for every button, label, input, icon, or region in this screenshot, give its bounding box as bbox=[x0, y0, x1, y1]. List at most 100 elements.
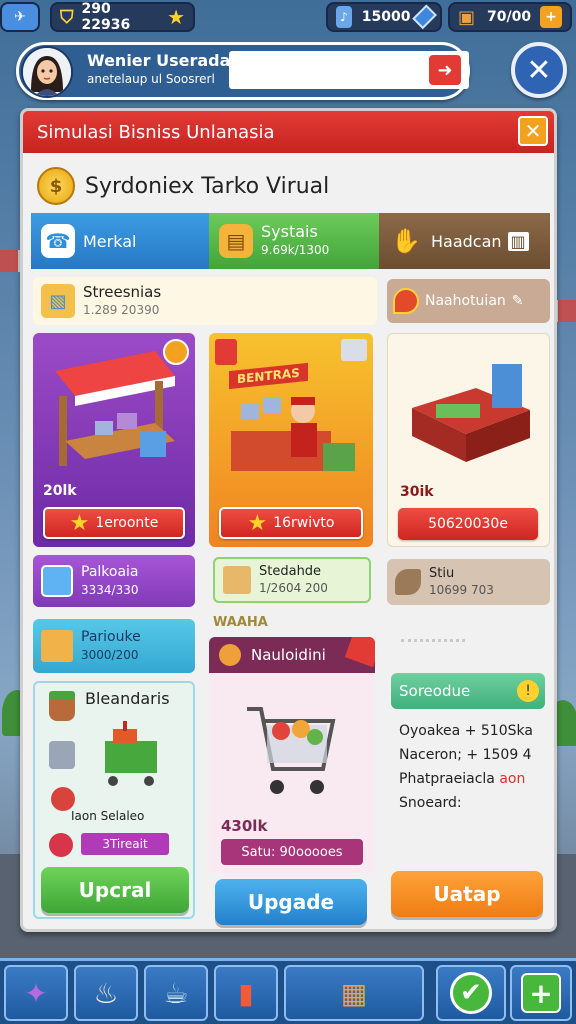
box-icon bbox=[223, 566, 251, 594]
shop-card-crate[interactable]: 30ik 50620030e bbox=[387, 333, 550, 547]
star-icon: ★ bbox=[247, 510, 268, 536]
phone-icon: ☎ bbox=[41, 224, 75, 258]
row-title: Stiu bbox=[429, 566, 455, 581]
plus-icon: + bbox=[521, 973, 561, 1013]
cash-register-icon: ▦ bbox=[340, 976, 368, 1010]
avatar[interactable] bbox=[21, 46, 73, 98]
cart-machine-icon bbox=[105, 721, 157, 786]
ticket-icon: ♪ bbox=[336, 6, 352, 28]
pencil-icon[interactable]: ✎ bbox=[512, 293, 524, 309]
close-icon: ✕ bbox=[524, 119, 542, 143]
row-sub: 3334/330 bbox=[81, 583, 139, 597]
coins-value: 290 22936 bbox=[81, 1, 131, 33]
treasure-chest-icon: ▣ bbox=[458, 6, 476, 28]
shop-card-stall[interactable]: 20lk ★ 1eroonte bbox=[33, 333, 195, 547]
toolbar-slot-machine[interactable]: ▮ bbox=[214, 965, 278, 1021]
alert-icon[interactable]: ! bbox=[517, 680, 539, 702]
add-icon[interactable]: + bbox=[540, 6, 562, 28]
packages-row[interactable]: Palkoaia 3334/330 bbox=[33, 555, 195, 607]
energy-counter[interactable]: ▣ 70/00 + bbox=[448, 2, 572, 32]
upgrade-button-blue[interactable]: Upgade bbox=[215, 879, 367, 925]
supplies-card: Bleandaris Iaon Selaleo 3Tireait Upcral bbox=[33, 681, 195, 919]
close-button[interactable]: ✕ bbox=[511, 42, 567, 98]
star-icon: ★ bbox=[167, 5, 185, 29]
tab-label: Systais bbox=[261, 222, 318, 241]
heart-badge-icon bbox=[393, 288, 419, 314]
profile-info-field: ➜ bbox=[229, 51, 469, 89]
cart-title: Nauloidini bbox=[251, 646, 326, 664]
tab-headquarters[interactable]: ✋ Haadcan ▥ bbox=[379, 213, 550, 269]
toolbar-slot-wand[interactable]: ✦ bbox=[4, 965, 68, 1021]
check-icon: ✔ bbox=[450, 972, 492, 1014]
shop-card-vendor[interactable]: BENTRAS ★ 16rwivto bbox=[209, 333, 373, 547]
panel-close-button[interactable]: ✕ bbox=[518, 116, 548, 146]
twitter-icon[interactable]: ✈ bbox=[0, 2, 40, 32]
exit-icon[interactable]: ➜ bbox=[429, 55, 461, 85]
confirm-button[interactable]: ✔ bbox=[436, 965, 506, 1021]
profile-bar: Wenier Useradas anetelaup ul Soosrerl ➜ bbox=[16, 42, 470, 100]
gift-box-icon: ▧ bbox=[41, 284, 75, 318]
player-name: Wenier Useradas bbox=[87, 51, 240, 70]
card-title: Bleandaris bbox=[85, 689, 170, 708]
bottom-toolbar: ✦ ♨ ☕ ▮ ▦ ✔ + bbox=[0, 958, 576, 1024]
sort-title: Soreodue bbox=[399, 682, 471, 700]
sort-row[interactable]: Soreodue ! bbox=[391, 673, 545, 709]
section-label: WAAHA bbox=[213, 615, 268, 630]
cart-card-header: Nauloidini bbox=[209, 637, 375, 673]
buy-button[interactable]: ★ 1eroonte bbox=[43, 507, 185, 539]
toolbar-slot-cup[interactable]: ☕ bbox=[144, 965, 208, 1021]
tab-systems[interactable]: ▤ Systais 9.69k/1300 bbox=[209, 213, 379, 269]
row-title: Stedahde bbox=[259, 564, 322, 579]
coins-counter[interactable]: ⛉ 290 22936 ★ bbox=[50, 1, 195, 33]
detail-line: Naceron; + 1509 4 bbox=[399, 747, 532, 763]
row-title: Pariouke bbox=[81, 629, 141, 645]
toolbar-slot-register[interactable]: ▦ bbox=[284, 965, 424, 1021]
business-panel: Simulasi Bisniss Unlanasia ✕ $ Syrdoniex… bbox=[20, 108, 557, 932]
button-label: 50620030e bbox=[428, 516, 508, 532]
notification-label: Naahotuian bbox=[425, 293, 506, 309]
detail-line: Snoeard: bbox=[399, 795, 462, 811]
tab-market[interactable]: ☎ Merkal bbox=[31, 213, 209, 269]
row-title: Palkoaia bbox=[81, 564, 139, 580]
row-sub: 10699 703 bbox=[429, 583, 494, 597]
shop-price: 30ik bbox=[400, 484, 434, 500]
market-stall-icon bbox=[55, 351, 175, 466]
row-sub: 1/2604 200 bbox=[259, 581, 328, 595]
cart-card[interactable]: Nauloidini 430lk Satu: 90ooooes bbox=[209, 637, 375, 873]
detail-line: Oyoakea + 510Ska bbox=[399, 723, 533, 739]
buy-button[interactable]: 50620030e bbox=[398, 508, 538, 540]
bookmark-icon bbox=[215, 339, 237, 365]
player-subtitle: anetelaup ul Soosrerl bbox=[87, 72, 215, 86]
cart-price: 430lk bbox=[221, 817, 268, 835]
item-row[interactable]: Stiu 10699 703 bbox=[387, 559, 550, 605]
ribbon-icon bbox=[344, 637, 375, 668]
upgrade-button-orange[interactable]: Uatap bbox=[391, 871, 543, 917]
partner-row[interactable]: Pariouke 3000/200 bbox=[33, 619, 195, 673]
add-button[interactable]: + bbox=[510, 965, 572, 1021]
stall-sign: BENTRAS bbox=[229, 362, 308, 390]
tab-sub: 9.69k/1300 bbox=[261, 243, 330, 257]
buy-button[interactable]: ★ 16rwivto bbox=[219, 507, 363, 539]
shop-price: 20lk bbox=[43, 483, 77, 499]
document-icon: ▥ bbox=[507, 231, 529, 251]
sweet-potato-icon bbox=[395, 569, 421, 595]
notification-row[interactable]: Naahotuian ✎ bbox=[387, 279, 550, 323]
crate-icon bbox=[41, 630, 73, 662]
gem-icon bbox=[411, 4, 437, 30]
upgrade-button-green[interactable]: Upcral bbox=[41, 867, 189, 913]
cupcake-icon: ♨ bbox=[93, 976, 119, 1010]
panel-title-bar: Simulasi Bisniss Unlanasia ✕ bbox=[23, 111, 554, 153]
row-sub: 3000/200 bbox=[81, 648, 139, 662]
cart-sale: Satu: 90ooooes bbox=[221, 839, 363, 865]
toolbar-slot-food[interactable]: ♨ bbox=[74, 965, 138, 1021]
shopkeeper-icon bbox=[231, 397, 355, 471]
potted-plant-icon bbox=[49, 691, 75, 721]
tab-label: Haadcan bbox=[431, 231, 502, 251]
magic-wand-icon: ✦ bbox=[24, 976, 48, 1010]
close-icon: ✕ bbox=[526, 52, 552, 88]
stock-row[interactable]: Stedahde 1/2604 200 bbox=[213, 557, 371, 603]
gems-counter[interactable]: ♪ 15000 bbox=[326, 2, 442, 32]
shield-coin-icon: ⛉ bbox=[60, 6, 74, 28]
produce-crate-icon bbox=[412, 364, 530, 462]
stat-row[interactable]: ▧ Streesnias 1.289 20390 bbox=[33, 277, 377, 325]
